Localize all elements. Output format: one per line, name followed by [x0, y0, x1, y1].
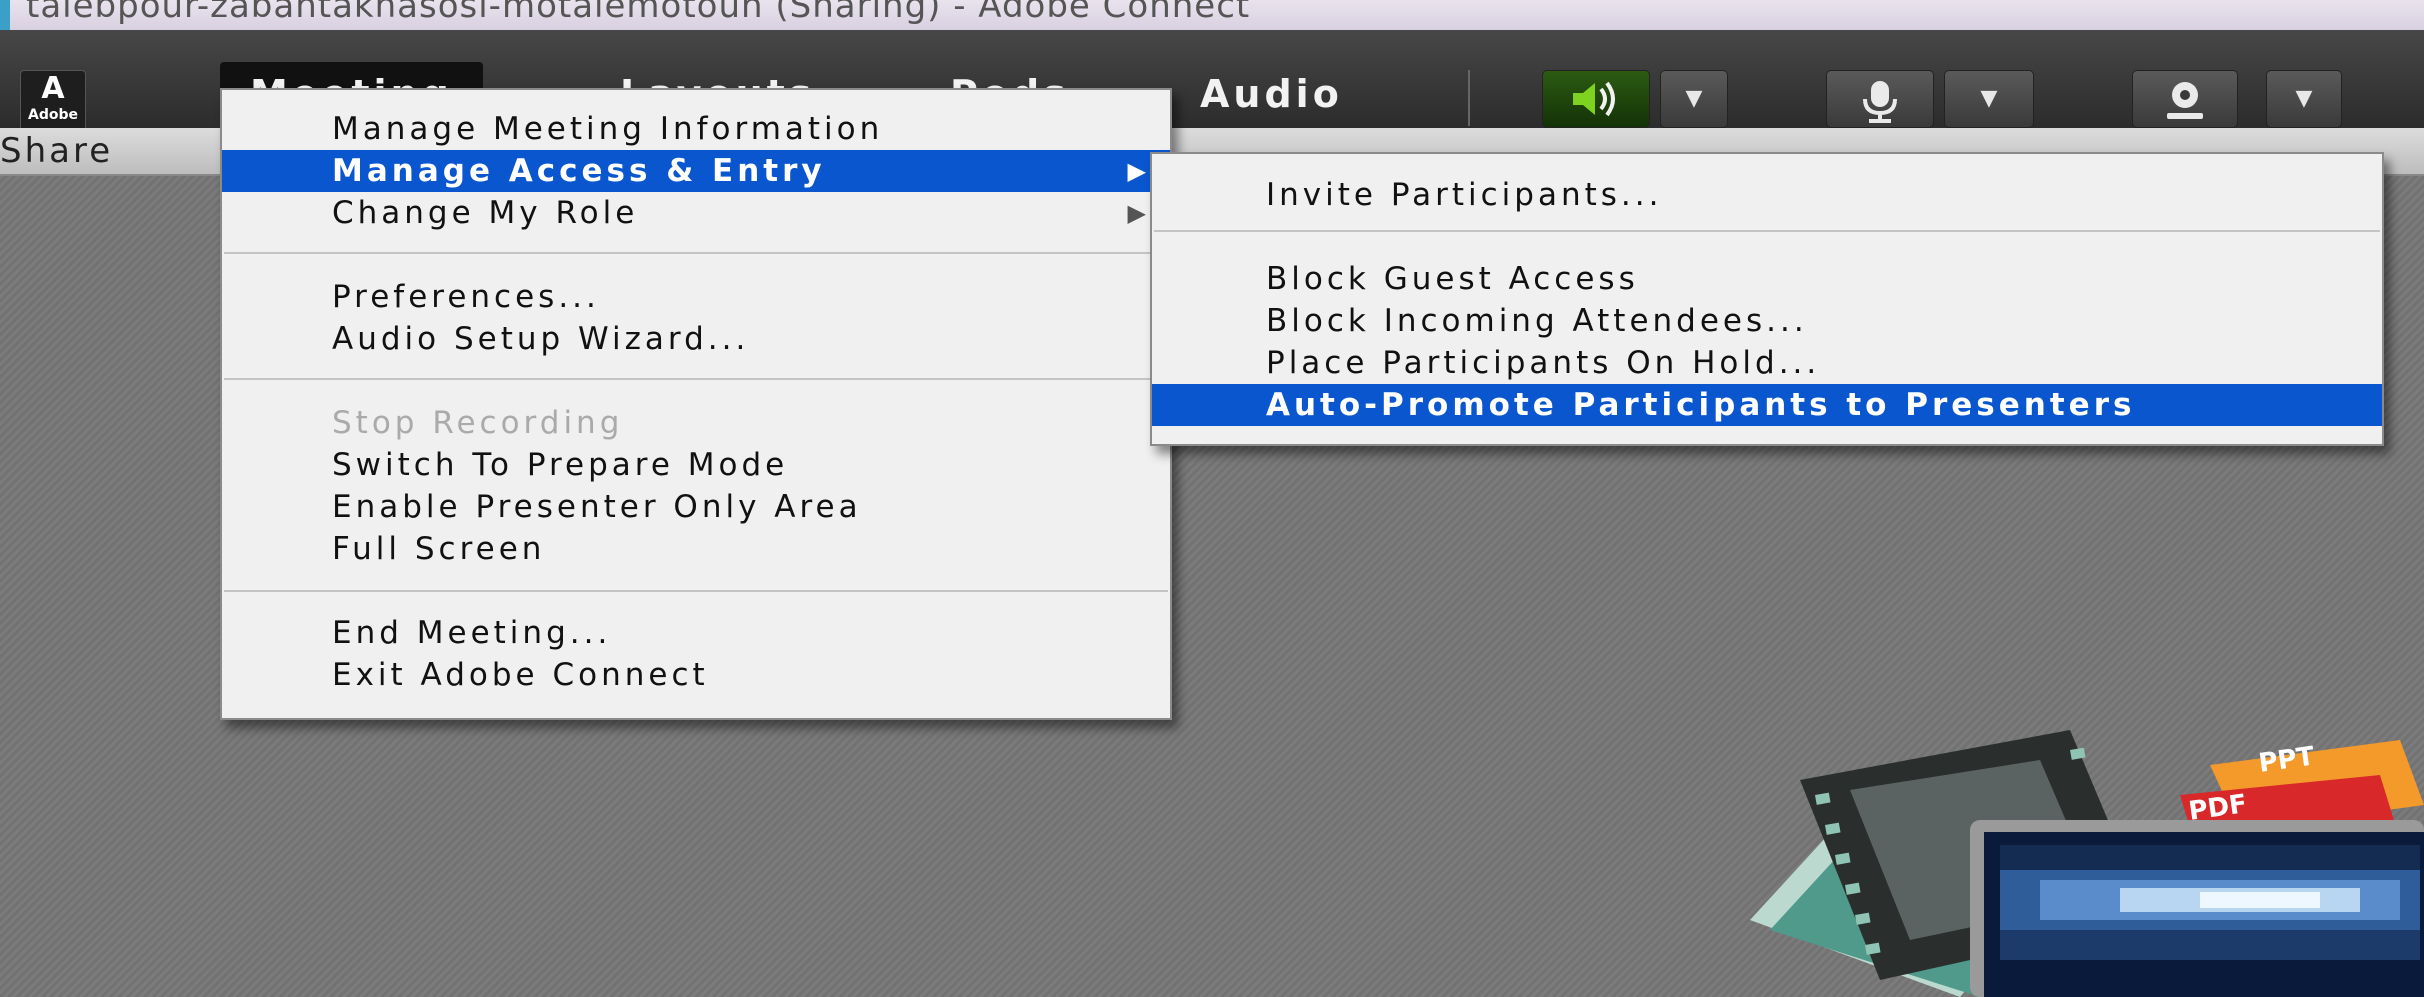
menu-item-exit-adobe-connect[interactable]: Exit Adobe Connect — [222, 654, 1170, 696]
menu-item-manage-meeting-information[interactable]: Manage Meeting Information — [222, 108, 1170, 150]
menu-item-stop-recording: Stop Recording — [332, 405, 624, 441]
menu-item-switch-to-prepare-mode[interactable]: Switch To Prepare Mode — [222, 444, 1170, 486]
menu-audio[interactable]: Audio — [1170, 62, 1373, 126]
share-content-illustration: PPT PDF — [1750, 730, 2424, 997]
menu-item-place-participants-on-hold[interactable]: Place Participants On Hold... — [1152, 342, 2382, 384]
webcam-icon — [2167, 82, 2203, 119]
submenu-arrow-icon: ▶ — [1127, 199, 1146, 227]
menu-item-invite-participants[interactable]: Invite Participants... — [1152, 174, 2382, 216]
menu-item-full-screen[interactable]: Full Screen — [222, 528, 1170, 570]
chevron-down-icon: ▼ — [1980, 86, 1998, 111]
app-icon — [0, 0, 10, 30]
menu-item-block-guest-access[interactable]: Block Guest Access — [1152, 258, 2382, 300]
speaker-button[interactable] — [1542, 70, 1650, 128]
window-title: talebpour-zabantakhasosi-motalemotoun (S… — [26, 0, 1251, 26]
adobe-logo[interactable]: A Adobe — [20, 70, 86, 132]
menu-item-label: Manage Access & Entry — [332, 153, 826, 189]
submenu-arrow-icon: ▶ — [1127, 157, 1146, 185]
menu-item-enable-presenter-only-area[interactable]: Enable Presenter Only Area — [222, 486, 1170, 528]
menu-divider — [224, 252, 1168, 254]
menu-item-audio-setup-wizard[interactable]: Audio Setup Wizard... — [222, 318, 1170, 360]
webcam-dropdown[interactable]: ▼ — [2266, 70, 2342, 128]
menu-item-label: Change My Role — [332, 195, 639, 231]
menu-divider — [224, 590, 1168, 592]
menu-divider — [224, 378, 1168, 380]
speaker-icon — [1573, 81, 1615, 117]
adobe-logo-text: Adobe — [28, 107, 78, 123]
toolbar-divider — [1468, 70, 1470, 126]
microphone-icon — [1863, 81, 1897, 123]
menu-item-auto-promote-participants[interactable]: Auto-Promote Participants to Presenters — [1152, 384, 2382, 426]
share-pod-title[interactable]: Share — [0, 128, 113, 174]
menu-item-preferences[interactable]: Preferences... — [222, 276, 1170, 318]
microphone-button[interactable] — [1826, 70, 1934, 128]
adobe-logo-mark: A — [41, 71, 65, 106]
menu-item-change-my-role[interactable]: Change My Role ▶ — [222, 192, 1170, 234]
menu-divider — [1154, 230, 2380, 232]
menu-item-manage-access-entry[interactable]: Manage Access & Entry ▶ — [222, 150, 1170, 192]
chevron-down-icon: ▼ — [2295, 86, 2313, 111]
window-title-bar: talebpour-zabantakhasosi-motalemotoun (S… — [0, 0, 2424, 30]
menu-item-end-meeting[interactable]: End Meeting... — [222, 612, 1170, 654]
chevron-down-icon: ▼ — [1685, 86, 1703, 111]
manage-access-submenu: Invite Participants... Block Guest Acces… — [1150, 152, 2384, 446]
webcam-button[interactable] — [2132, 70, 2238, 128]
menu-item-block-incoming-attendees[interactable]: Block Incoming Attendees... — [1152, 300, 2382, 342]
speaker-dropdown[interactable]: ▼ — [1660, 70, 1728, 128]
microphone-dropdown[interactable]: ▼ — [1944, 70, 2034, 128]
meeting-menu: Manage Meeting Information Manage Access… — [220, 88, 1172, 720]
